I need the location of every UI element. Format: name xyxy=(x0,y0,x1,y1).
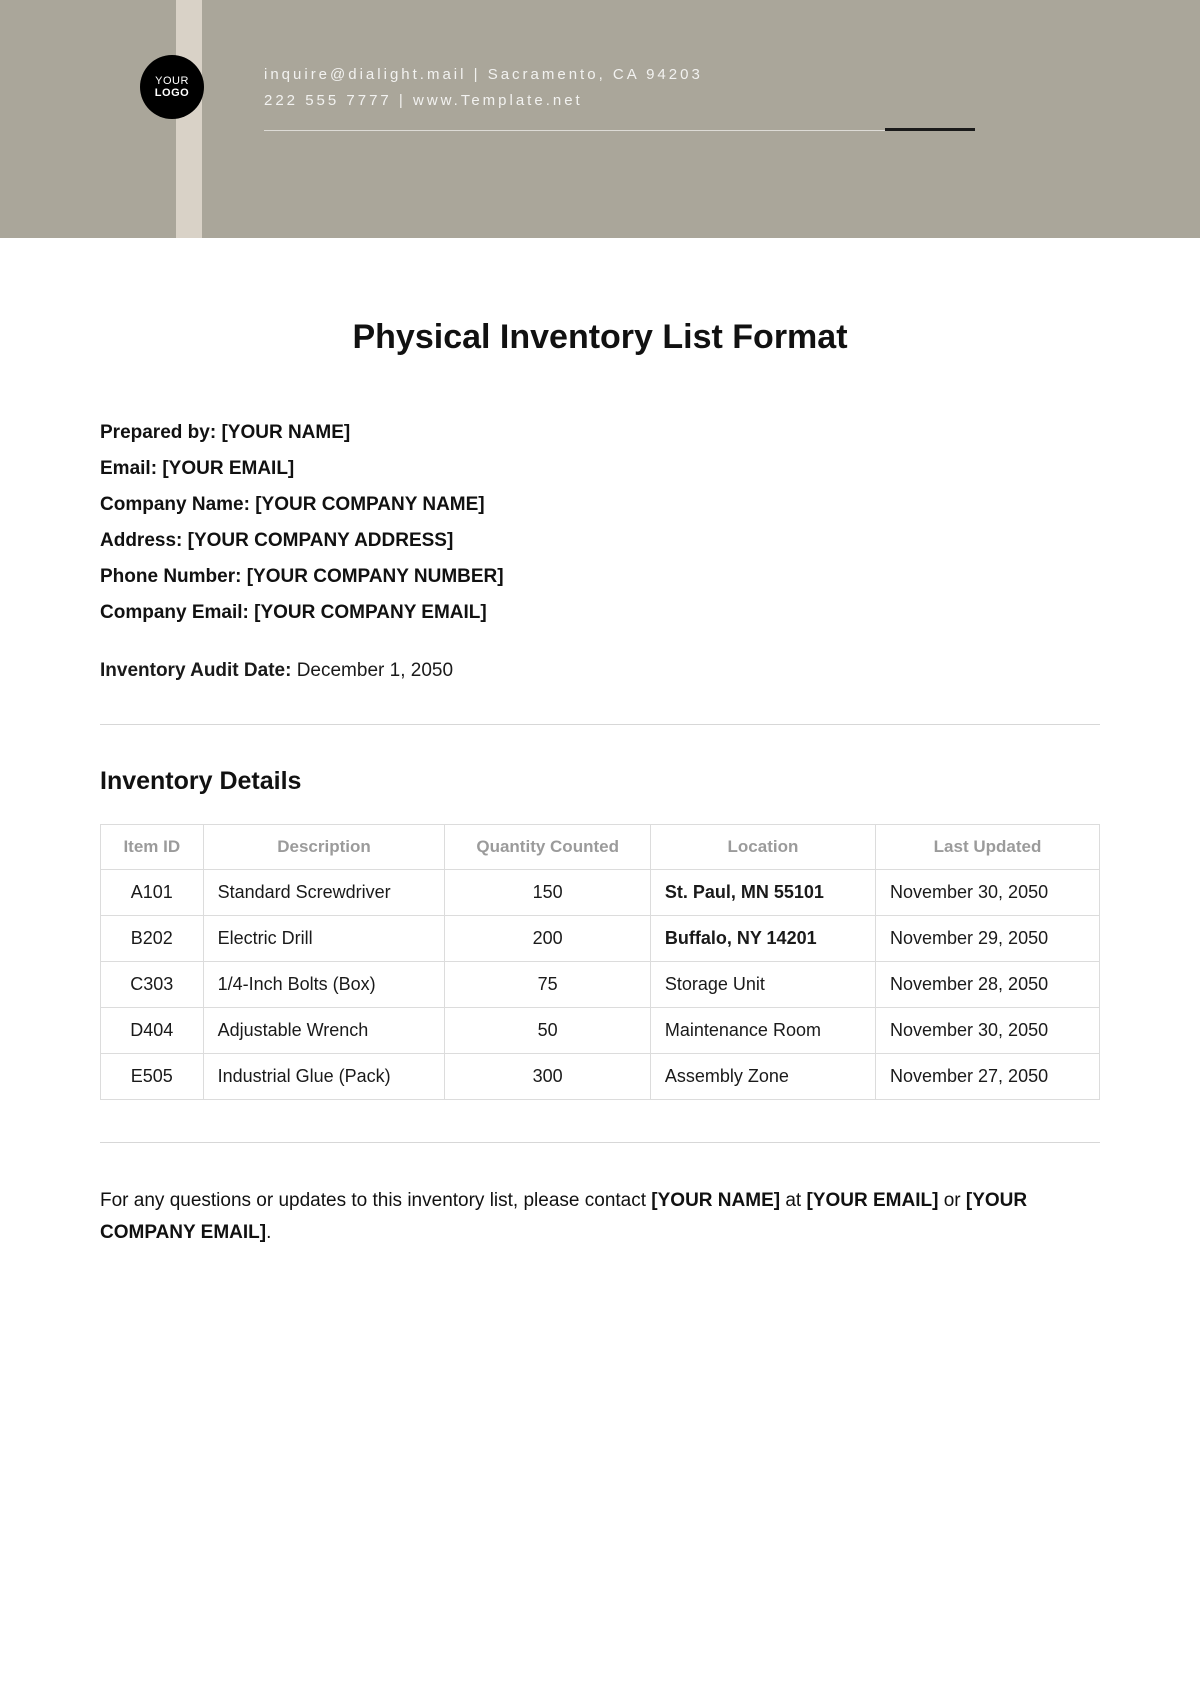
th-location: Location xyxy=(650,824,875,869)
divider xyxy=(100,724,1100,725)
meta-prepared-by: Prepared by: [YOUR NAME] xyxy=(100,415,1100,451)
cell-last-updated: November 28, 2050 xyxy=(876,961,1100,1007)
th-item-id: Item ID xyxy=(101,824,204,869)
cell-item-id: C303 xyxy=(101,961,204,1007)
table-header-row: Item ID Description Quantity Counted Loc… xyxy=(101,824,1100,869)
table-row: E505Industrial Glue (Pack)300Assembly Zo… xyxy=(101,1053,1100,1099)
header-rule-accent xyxy=(885,128,975,131)
cell-quantity: 150 xyxy=(445,869,650,915)
section-heading: Inventory Details xyxy=(100,767,1100,796)
cell-description: Industrial Glue (Pack) xyxy=(203,1053,445,1099)
table-row: B202Electric Drill200Buffalo, NY 14201No… xyxy=(101,915,1100,961)
cell-last-updated: November 29, 2050 xyxy=(876,915,1100,961)
cell-description: Adjustable Wrench xyxy=(203,1007,445,1053)
meta-company-email: Company Email: [YOUR COMPANY EMAIL] xyxy=(100,595,1100,631)
header-band: YOUR LOGO inquire@dialight.mail | Sacram… xyxy=(0,0,1200,238)
cell-location: Buffalo, NY 14201 xyxy=(650,915,875,961)
header-contact-line-1: inquire@dialight.mail | Sacramento, CA 9… xyxy=(264,62,703,88)
cell-quantity: 300 xyxy=(445,1053,650,1099)
cell-item-id: B202 xyxy=(101,915,204,961)
cell-location: Maintenance Room xyxy=(650,1007,875,1053)
meta-phone: Phone Number: [YOUR COMPANY NUMBER] xyxy=(100,559,1100,595)
cell-item-id: E505 xyxy=(101,1053,204,1099)
table-row: D404Adjustable Wrench50Maintenance RoomN… xyxy=(101,1007,1100,1053)
meta-email: Email: [YOUR EMAIL] xyxy=(100,451,1100,487)
cell-location: Assembly Zone xyxy=(650,1053,875,1099)
divider xyxy=(100,1142,1100,1143)
logo-line-2: LOGO xyxy=(155,87,189,99)
cell-quantity: 75 xyxy=(445,961,650,1007)
header-contact: inquire@dialight.mail | Sacramento, CA 9… xyxy=(264,62,703,113)
page-title: Physical Inventory List Format xyxy=(100,318,1100,357)
cell-item-id: D404 xyxy=(101,1007,204,1053)
th-quantity: Quantity Counted xyxy=(445,824,650,869)
header-rule xyxy=(264,130,885,131)
footer-note: For any questions or updates to this inv… xyxy=(100,1185,1100,1250)
cell-description: 1/4-Inch Bolts (Box) xyxy=(203,961,445,1007)
cell-item-id: A101 xyxy=(101,869,204,915)
logo-line-1: YOUR xyxy=(155,75,189,87)
cell-last-updated: November 30, 2050 xyxy=(876,869,1100,915)
table-row: A101Standard Screwdriver150St. Paul, MN … xyxy=(101,869,1100,915)
header-contact-line-2: 222 555 7777 | www.Template.net xyxy=(264,88,703,114)
cell-quantity: 200 xyxy=(445,915,650,961)
cell-location: St. Paul, MN 55101 xyxy=(650,869,875,915)
meta-address: Address: [YOUR COMPANY ADDRESS] xyxy=(100,523,1100,559)
meta-block: Prepared by: [YOUR NAME] Email: [YOUR EM… xyxy=(100,415,1100,632)
logo-placeholder: YOUR LOGO xyxy=(140,55,204,119)
table-row: C3031/4-Inch Bolts (Box)75Storage UnitNo… xyxy=(101,961,1100,1007)
th-last-updated: Last Updated xyxy=(876,824,1100,869)
th-description: Description xyxy=(203,824,445,869)
header-stripe xyxy=(176,0,202,238)
cell-description: Standard Screwdriver xyxy=(203,869,445,915)
cell-quantity: 50 xyxy=(445,1007,650,1053)
cell-last-updated: November 30, 2050 xyxy=(876,1007,1100,1053)
meta-company-name: Company Name: [YOUR COMPANY NAME] xyxy=(100,487,1100,523)
cell-location: Storage Unit xyxy=(650,961,875,1007)
cell-description: Electric Drill xyxy=(203,915,445,961)
audit-date: Inventory Audit Date: December 1, 2050 xyxy=(100,660,1100,682)
cell-last-updated: November 27, 2050 xyxy=(876,1053,1100,1099)
document-content: Physical Inventory List Format Prepared … xyxy=(0,238,1200,1249)
inventory-table: Item ID Description Quantity Counted Loc… xyxy=(100,824,1100,1100)
